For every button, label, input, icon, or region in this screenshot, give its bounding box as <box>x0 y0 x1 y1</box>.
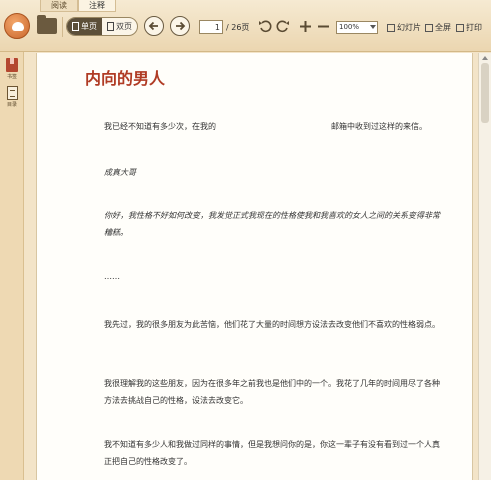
paragraph-4: …… <box>104 272 120 281</box>
rotate-right-button[interactable] <box>274 17 292 35</box>
rotate-right-icon <box>276 20 289 33</box>
open-folder-icon[interactable] <box>37 15 57 34</box>
vertical-scrollbar[interactable] <box>478 53 491 480</box>
fullscreen-icon <box>425 23 433 32</box>
paragraph-1-left: 我已经不知道有多少次，在我的 <box>104 122 216 131</box>
page-total: / 26页 <box>226 23 250 32</box>
rotate-left-button[interactable] <box>256 17 274 35</box>
double-page-icon <box>107 22 114 31</box>
sidebar: 书签 目录 <box>0 52 24 480</box>
slideshow-label: 幻灯片 <box>397 23 421 32</box>
single-page-button[interactable]: 单页 <box>67 18 102 35</box>
single-page-icon <box>72 22 79 31</box>
sidebar-item-bookmarks[interactable]: 书签 <box>2 58 22 80</box>
arrow-right-icon <box>176 21 186 31</box>
paragraph-7: 我不知道有多少人和我做过同样的事情，但是我想问你的是，你这一辈子有没有看到过一个… <box>104 440 440 466</box>
double-page-button[interactable]: 双页 <box>102 18 137 35</box>
print-label: 打印 <box>466 23 482 32</box>
zoom-out-button[interactable] <box>314 17 332 35</box>
rotate-left-icon <box>259 20 272 33</box>
fullscreen-button[interactable]: 全屏 <box>425 22 451 33</box>
document-title: 内向的男人 <box>85 69 166 88</box>
paragraph-1-right: 邮箱中收到过这样的来信。 <box>331 122 427 131</box>
paragraph-6: 我很理解我的这些朋友，因为在很多年之前我也是他们中的一个。我花了几年的时间用尽了… <box>104 379 440 405</box>
single-page-label: 单页 <box>81 22 97 31</box>
zoom-value: 100% <box>339 23 360 31</box>
slideshow-button[interactable]: 幻灯片 <box>387 22 421 33</box>
mode-tabs: 阅读 注释 <box>40 0 116 12</box>
print-icon <box>456 23 464 32</box>
tab-annotate[interactable]: 注释 <box>78 0 116 12</box>
zoom-select[interactable]: 100% <box>336 21 378 34</box>
paragraph-3: 你好，我性格不好如何改变，我发觉正式我现在的性格使我和我喜欢的女人之间的关系变得… <box>104 211 440 237</box>
toolbar-divider <box>62 17 63 37</box>
scrollbar-thumb[interactable] <box>481 63 489 123</box>
zoom-in-button[interactable] <box>296 17 314 35</box>
slideshow-icon <box>387 23 395 32</box>
arrow-left-icon <box>148 21 158 31</box>
view-mode-toggle[interactable]: 单页 双页 <box>66 17 138 36</box>
document-page: 内向的男人 我已经不知道有多少次，在我的 邮箱中收到过这样的来信。 成真大哥 你… <box>36 53 473 480</box>
double-page-label: 双页 <box>116 22 132 31</box>
plus-icon <box>299 20 311 32</box>
next-page-button[interactable] <box>170 16 190 36</box>
chevron-down-icon <box>370 25 376 29</box>
paragraph-5: 我先过，我的很多朋友为此苦恼，他们花了大量的时间想方设法去改变他们不喜欢的性格弱… <box>104 320 440 329</box>
paragraph-2: 成真大哥 <box>104 168 136 177</box>
toolbar: 阅读 注释 单页 双页 / 26页 <box>0 0 491 52</box>
page-number-input[interactable] <box>199 20 223 34</box>
print-button[interactable]: 打印 <box>456 22 482 33</box>
scroll-up-icon[interactable] <box>482 56 488 60</box>
sidebar-item-label: 书签 <box>6 74 17 80</box>
sidebar-item-toc[interactable]: 目录 <box>2 86 22 108</box>
tab-read[interactable]: 阅读 <box>40 0 78 12</box>
prev-page-button[interactable] <box>144 16 164 36</box>
reader-logo-icon[interactable] <box>4 13 30 39</box>
sidebar-item-label: 目录 <box>6 102 17 108</box>
bookmark-icon <box>6 58 18 72</box>
fullscreen-label: 全屏 <box>435 23 451 32</box>
minus-icon <box>317 25 329 27</box>
toc-icon <box>6 86 18 100</box>
